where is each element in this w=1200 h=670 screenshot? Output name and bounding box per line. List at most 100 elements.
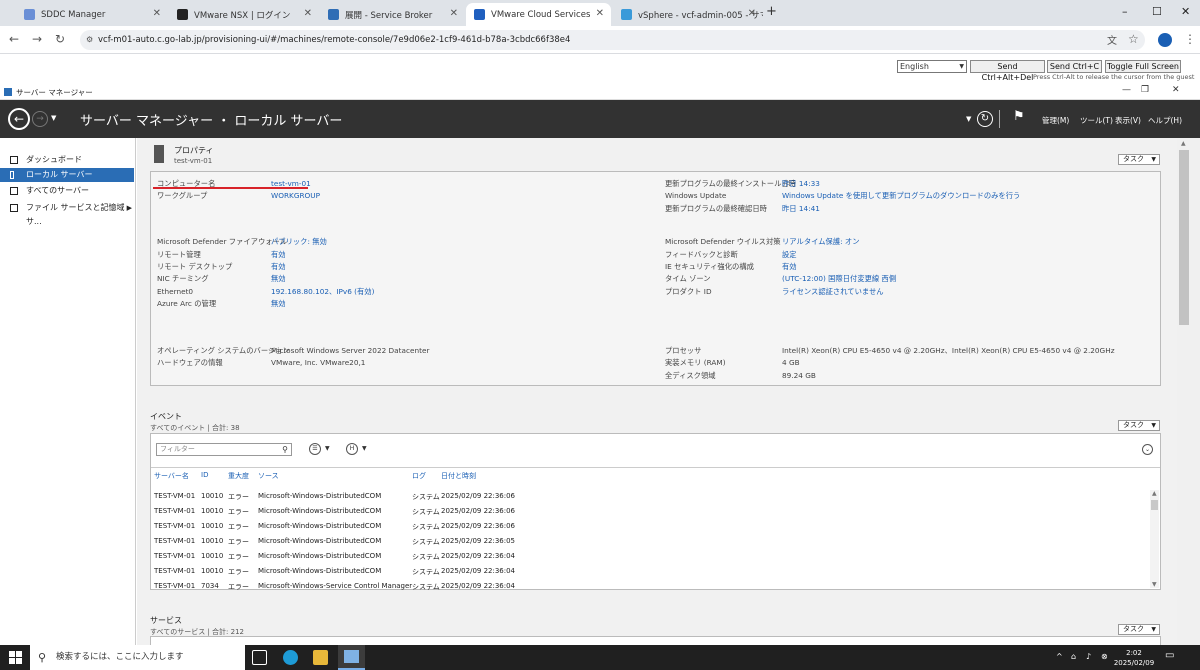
notifications-flag-icon[interactable]: ⚑: [1013, 109, 1025, 124]
menu-tools[interactable]: ツール(T): [1080, 115, 1113, 126]
list-options-chevron-icon[interactable]: ▼: [325, 445, 330, 452]
scroll-thumb[interactable]: [1179, 150, 1189, 325]
tab-close-icon[interactable]: ✕: [304, 8, 312, 19]
toggle-full-screen-button[interactable]: Toggle Full Screen: [1105, 60, 1181, 73]
browser-tab[interactable]: 展開 - Service Broker ✕: [320, 3, 465, 26]
browser-tab[interactable]: vSphere - vcf-admin-005 - サマ ✕: [613, 3, 763, 26]
services-panel: [150, 636, 1161, 645]
events-scroll-thumb[interactable]: [1151, 500, 1158, 510]
table-cell: エラー: [228, 493, 249, 501]
collapse-chevron-icon[interactable]: ⌄: [1142, 444, 1153, 455]
server-manager-taskbar-button[interactable]: [338, 645, 365, 670]
send-ctrl-c-button[interactable]: Send Ctrl+C: [1047, 60, 1102, 73]
minimize-icon[interactable]: –: [1122, 5, 1128, 18]
edge-browser-icon[interactable]: [283, 650, 298, 665]
list-options-icon[interactable]: ☰: [309, 443, 321, 455]
property-value[interactable]: ライセンス認証されていません: [782, 287, 884, 297]
events-filter-input[interactable]: フィルター ⚲: [156, 443, 292, 456]
property-value[interactable]: 有効: [271, 250, 286, 260]
column-header[interactable]: 重大度: [228, 471, 249, 481]
network-icon[interactable]: ⌂: [1071, 652, 1076, 661]
tab-close-icon[interactable]: ✕: [153, 8, 161, 19]
windows-start-icon[interactable]: [9, 651, 22, 664]
new-tab-button[interactable]: +: [766, 4, 777, 19]
properties-task-button[interactable]: タスク: [1118, 154, 1160, 165]
property-value[interactable]: (UTC-12:00) 国際日付変更線 西側: [782, 274, 896, 284]
taskbar-search-icon: ⚲: [38, 651, 47, 664]
taskbar-search-input[interactable]: ⚲ 検索するには、ここに入力します: [30, 645, 245, 670]
tab-close-icon[interactable]: ✕: [596, 8, 604, 19]
menu-help[interactable]: ヘルプ(H): [1148, 115, 1182, 126]
property-label: Windows Update: [665, 191, 727, 200]
property-value[interactable]: 無効: [271, 274, 286, 284]
property-value[interactable]: WORKGROUP: [271, 191, 320, 200]
main-scrollbar[interactable]: ▲: [1177, 138, 1200, 645]
sidebar-item-local-server[interactable]: ローカル サーバー: [0, 168, 134, 182]
profile-avatar[interactable]: [1158, 33, 1172, 47]
back-arrow-icon[interactable]: ←: [8, 108, 30, 130]
sm-minimize-icon[interactable]: —: [1122, 85, 1131, 95]
refresh-icon[interactable]: ↻: [977, 111, 993, 127]
language-select[interactable]: English ▼: [897, 60, 967, 73]
property-label: フィードバックと診断: [665, 250, 738, 259]
property-value[interactable]: 有効: [782, 262, 797, 272]
sidebar-item-dashboard[interactable]: ダッシュボード: [0, 153, 134, 167]
browser-tab[interactable]: VMware NSX | ログイン ✕: [169, 3, 319, 26]
close-icon[interactable]: ✕: [1181, 5, 1190, 18]
notification-center-icon[interactable]: ▭: [1165, 650, 1174, 661]
property-value[interactable]: 昨日 14:41: [782, 204, 820, 214]
alert-icon[interactable]: ⊗: [1101, 652, 1108, 661]
column-header[interactable]: ソース: [258, 471, 279, 481]
events-scroll-down-icon[interactable]: ▼: [1152, 581, 1157, 588]
property-value[interactable]: 無効: [271, 299, 286, 309]
events-scroll-up-icon[interactable]: ▲: [1152, 490, 1157, 497]
sidebar-item-all-servers[interactable]: すべてのサーバー: [0, 184, 134, 198]
browser-tab[interactable]: SDDC Manager ✕: [16, 3, 168, 26]
tray-overflow-icon[interactable]: ^: [1056, 652, 1063, 661]
back-icon[interactable]: ←: [9, 32, 19, 46]
sm-maximize-icon[interactable]: ❐: [1141, 85, 1149, 95]
sm-close-icon[interactable]: ✕: [1172, 85, 1180, 95]
save-query-chevron-icon[interactable]: ▼: [362, 445, 367, 452]
file-explorer-icon[interactable]: [313, 650, 328, 665]
property-label: NIC チーミング: [157, 274, 209, 283]
translate-icon[interactable]: 文: [1107, 32, 1117, 47]
property-value[interactable]: Windows Update を使用して更新プログラムのダウンロードのみを行う: [782, 191, 1020, 201]
history-chevron-icon[interactable]: ▼: [51, 114, 56, 122]
column-header[interactable]: サーバー名: [154, 471, 189, 481]
property-value[interactable]: 設定: [782, 250, 797, 260]
task-view-icon[interactable]: [252, 650, 267, 665]
save-query-icon[interactable]: H: [346, 443, 358, 455]
refresh-chevron-icon[interactable]: ▼: [966, 115, 971, 123]
property-value[interactable]: 有効: [271, 262, 286, 272]
reload-icon[interactable]: ↻: [55, 32, 65, 46]
tab-close-icon[interactable]: ✕: [748, 8, 756, 19]
events-task-button[interactable]: タスク: [1118, 420, 1160, 431]
column-header[interactable]: ログ: [412, 471, 426, 481]
clock[interactable]: 2:02 2025/02/09: [1112, 648, 1156, 668]
table-cell: システム: [412, 583, 440, 591]
property-value[interactable]: リアルタイム保護: オン: [782, 237, 860, 247]
forward-icon[interactable]: →: [32, 32, 42, 46]
property-value[interactable]: 192.168.80.102、IPv6 (有効): [271, 287, 374, 297]
property-value[interactable]: パブリック: 無効: [271, 237, 327, 247]
maximize-icon[interactable]: ☐: [1152, 5, 1162, 18]
site-info-icon[interactable]: ⚙: [86, 30, 93, 50]
scroll-up-icon[interactable]: ▲: [1181, 140, 1186, 147]
services-task-button[interactable]: タスク: [1118, 624, 1160, 635]
volume-icon[interactable]: ♪: [1086, 652, 1091, 661]
sidebar-item-file-storage[interactable]: ファイル サービスと記憶域サ... ▶: [0, 201, 134, 226]
column-header[interactable]: ID: [201, 471, 208, 479]
server-manager-taskbar-icon: [344, 650, 359, 663]
menu-manage[interactable]: 管理(M): [1042, 115, 1069, 126]
send-ctrl-alt-del-button[interactable]: Send Ctrl+Alt+Del: [970, 60, 1045, 82]
menu-dots-icon[interactable]: ⋮: [1184, 32, 1196, 46]
property-value[interactable]: 昨日 14:33: [782, 179, 820, 189]
tab-close-icon[interactable]: ✕: [450, 8, 458, 19]
column-header[interactable]: 日付と時刻: [441, 471, 476, 481]
menu-view[interactable]: 表示(V): [1115, 115, 1141, 126]
bookmark-star-icon[interactable]: ☆: [1128, 32, 1139, 46]
forward-arrow-icon[interactable]: →: [32, 111, 48, 127]
address-bar[interactable]: ⚙ vcf-m01-auto.c.go-lab.jp/provisioning-…: [80, 30, 1145, 50]
browser-tab[interactable]: VMware Cloud Services ✕: [466, 3, 611, 26]
